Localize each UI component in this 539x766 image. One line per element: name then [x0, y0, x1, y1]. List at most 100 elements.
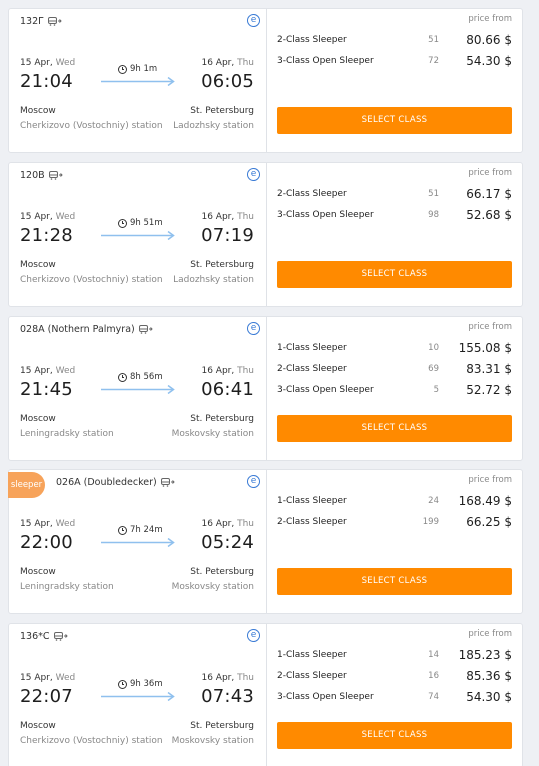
departure-weekday: Wed	[55, 519, 76, 529]
arrival-city: St. Petersburg	[190, 567, 254, 577]
arrival-date: 16 Apr, Thu	[201, 58, 254, 68]
class-price: 52.68 $	[466, 208, 512, 222]
price-from-label: price from	[468, 168, 512, 178]
class-row[interactable]: 1-Class Sleeper 14 185.23 $	[277, 648, 512, 664]
class-name: 3-Class Open Sleeper	[277, 56, 374, 66]
departure-time: 21:45	[20, 379, 73, 400]
price-from-label: price from	[468, 322, 512, 332]
clock-icon	[118, 64, 127, 74]
train-number-label: 028А (Nothern Palmyra)	[20, 324, 135, 335]
class-name: 2-Class Sleeper	[277, 517, 347, 527]
arrival-date: 16 Apr, Thu	[201, 673, 254, 683]
seats-available: 10	[428, 343, 439, 353]
train-card[interactable]: 136*С e 15 Apr, Wed 16 Apr, Thu 22:07 07…	[8, 623, 523, 766]
select-class-button[interactable]: SELECT CLASS	[277, 722, 512, 749]
arrival-weekday: Thu	[237, 212, 254, 222]
class-row[interactable]: 3-Class Open Sleeper 74 54.30 $	[277, 690, 512, 706]
e-ticket-icon: e	[247, 629, 260, 642]
class-name: 1-Class Sleeper	[277, 343, 347, 353]
train-number-label: 026А (Doubledecker)	[56, 477, 157, 488]
train-number[interactable]: 026А (Doubledecker)	[56, 477, 175, 488]
select-class-button[interactable]: SELECT CLASS	[277, 261, 512, 288]
train-number[interactable]: 132Г	[20, 16, 62, 27]
seats-available: 16	[428, 671, 439, 681]
arrival-city: St. Petersburg	[190, 414, 254, 424]
arrival-city: St. Petersburg	[190, 721, 254, 731]
class-panel: price from 1-Class Sleeper 14 185.23 $ 2-Cl…	[267, 624, 522, 766]
clock-icon	[118, 525, 127, 535]
seats-available: 5	[433, 385, 439, 395]
arrow-right-icon	[101, 385, 175, 394]
arrow-right-icon	[101, 231, 175, 240]
class-price: 155.08 $	[458, 341, 512, 355]
seats-available: 24	[428, 496, 439, 506]
class-price: 168.49 $	[458, 494, 512, 508]
trip-duration-label: 7h 24m	[130, 525, 163, 535]
arrival-time: 07:43	[201, 686, 254, 707]
arrival-time: 05:24	[201, 532, 254, 553]
class-row[interactable]: 2-Class Sleeper 16 85.36 $	[277, 669, 512, 685]
price-from-label: price from	[468, 14, 512, 24]
arrival-city: St. Petersburg	[190, 260, 254, 270]
train-number[interactable]: 136*С	[20, 631, 68, 642]
class-price: 80.66 $	[466, 33, 512, 47]
train-info-icon[interactable]	[138, 325, 153, 334]
select-class-button[interactable]: SELECT CLASS	[277, 568, 512, 595]
departure-time: 21:04	[20, 71, 73, 92]
arrival-station: Moskovsky station	[171, 736, 254, 746]
departure-date: 15 Apr, Wed	[20, 366, 76, 376]
clock-icon	[118, 218, 127, 228]
train-card[interactable]: 132Г e 15 Apr, Wed 16 Apr, Thu 21:04 06:…	[8, 8, 523, 153]
departure-time: 22:07	[20, 686, 73, 707]
train-card[interactable]: 028А (Nothern Palmyra) e 15 Apr, Wed 16 …	[8, 316, 523, 461]
train-number[interactable]: 120В	[20, 170, 63, 181]
class-row[interactable]: 2-Class Sleeper 69 83.31 $	[277, 362, 512, 378]
class-price: 66.25 $	[466, 515, 512, 529]
class-row[interactable]: 3-Class Open Sleeper 5 52.72 $	[277, 383, 512, 399]
train-info-icon[interactable]	[48, 171, 63, 180]
seats-available: 74	[428, 692, 439, 702]
class-row[interactable]: 2-Class Sleeper 51 66.17 $	[277, 187, 512, 203]
departure-date: 15 Apr, Wed	[20, 58, 76, 68]
departure-station: Cherkizovo (Vostochniy) station	[20, 275, 163, 285]
train-info-icon[interactable]	[47, 17, 62, 26]
class-row[interactable]: 1-Class Sleeper 24 168.49 $	[277, 494, 512, 510]
class-row[interactable]: 1-Class Sleeper 10 155.08 $	[277, 341, 512, 357]
class-panel: price from 1-Class Sleeper 24 168.49 $ 2-Cl…	[267, 470, 522, 613]
trip-duration-label: 9h 51m	[130, 218, 163, 228]
train-card[interactable]: 120В e 15 Apr, Wed 16 Apr, Thu 21:28 07:…	[8, 162, 523, 307]
class-name: 2-Class Sleeper	[277, 671, 347, 681]
arrival-date: 16 Apr, Thu	[201, 212, 254, 222]
arrival-station: Ladozhsky station	[173, 275, 254, 285]
class-price: 83.31 $	[466, 362, 512, 376]
departure-station: Cherkizovo (Vostochniy) station	[20, 121, 163, 131]
class-row[interactable]: 3-Class Open Sleeper 72 54.30 $	[277, 54, 512, 70]
departure-time: 21:28	[20, 225, 73, 246]
class-name: 3-Class Open Sleeper	[277, 385, 374, 395]
departure-weekday: Wed	[55, 212, 76, 222]
price-from-label: price from	[468, 629, 512, 639]
train-schedule: 136*С e 15 Apr, Wed 16 Apr, Thu 22:07 07…	[9, 624, 267, 766]
seats-available: 98	[428, 210, 439, 220]
class-price: 185.23 $	[458, 648, 512, 662]
class-row[interactable]: 3-Class Open Sleeper 98 52.68 $	[277, 208, 512, 224]
departure-station: Cherkizovo (Vostochniy) station	[20, 736, 163, 746]
train-number[interactable]: 028А (Nothern Palmyra)	[20, 324, 153, 335]
class-name: 3-Class Open Sleeper	[277, 692, 374, 702]
e-ticket-icon: e	[247, 322, 260, 335]
arrival-station: Moskovsky station	[171, 429, 254, 439]
train-info-icon[interactable]	[160, 478, 175, 487]
arrival-time: 07:19	[201, 225, 254, 246]
select-class-button[interactable]: SELECT CLASS	[277, 415, 512, 442]
class-row[interactable]: 2-Class Sleeper 199 66.25 $	[277, 515, 512, 531]
class-name: 2-Class Sleeper	[277, 189, 347, 199]
train-number-label: 120В	[20, 170, 45, 181]
departure-city: Moscow	[20, 721, 56, 731]
e-ticket-icon: e	[247, 168, 260, 181]
train-info-icon[interactable]	[53, 632, 68, 641]
class-row[interactable]: 2-Class Sleeper 51 80.66 $	[277, 33, 512, 49]
departure-station: Leningradsky station	[20, 429, 114, 439]
select-class-button[interactable]: SELECT CLASS	[277, 107, 512, 134]
trip-duration-label: 8h 56m	[130, 372, 163, 382]
train-card[interactable]: sleeper 026А (Doubledecker) e 15 Apr, We…	[8, 469, 523, 614]
